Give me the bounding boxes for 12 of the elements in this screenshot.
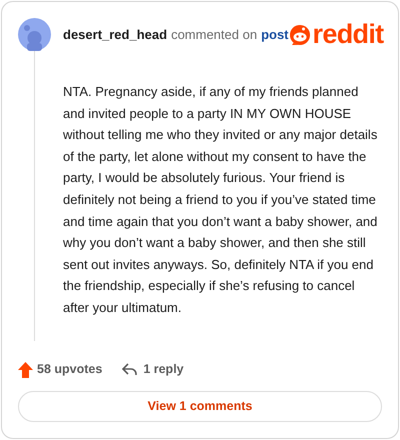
post-link[interactable]: post [261,24,289,44]
reply-icon[interactable] [122,363,138,376]
view-comments-button[interactable]: View 1 comments [18,391,382,422]
username[interactable]: desert_red_head [63,24,168,44]
reply-count[interactable]: 1 reply [143,360,184,379]
upvote-count: 58 upvotes [37,361,102,378]
avatar-icon [18,18,51,51]
comment-text: NTA. Pregnancy aside, if any of my friends planned and invited people to a party IN MY OWN HOUSE without telling me who they invited or any major details of the party, let alone without my consent to have the party, I would be absolutely furious. Your friend is definitely not being a friend to you if you’ve stated time and time again that you don’t want a baby shower, and why you don’t want a baby shower, and then she still sent out invites anyways. So, definitely NTA if you end the friendship, especially if she’s refusing to cancel after your ultimatum. [63,83,378,317]
brand-logo: reddit [312,21,384,48]
alien-logo-icon [288,24,311,46]
action-text: commented on [171,26,258,44]
upvote-icon[interactable] [18,362,33,378]
